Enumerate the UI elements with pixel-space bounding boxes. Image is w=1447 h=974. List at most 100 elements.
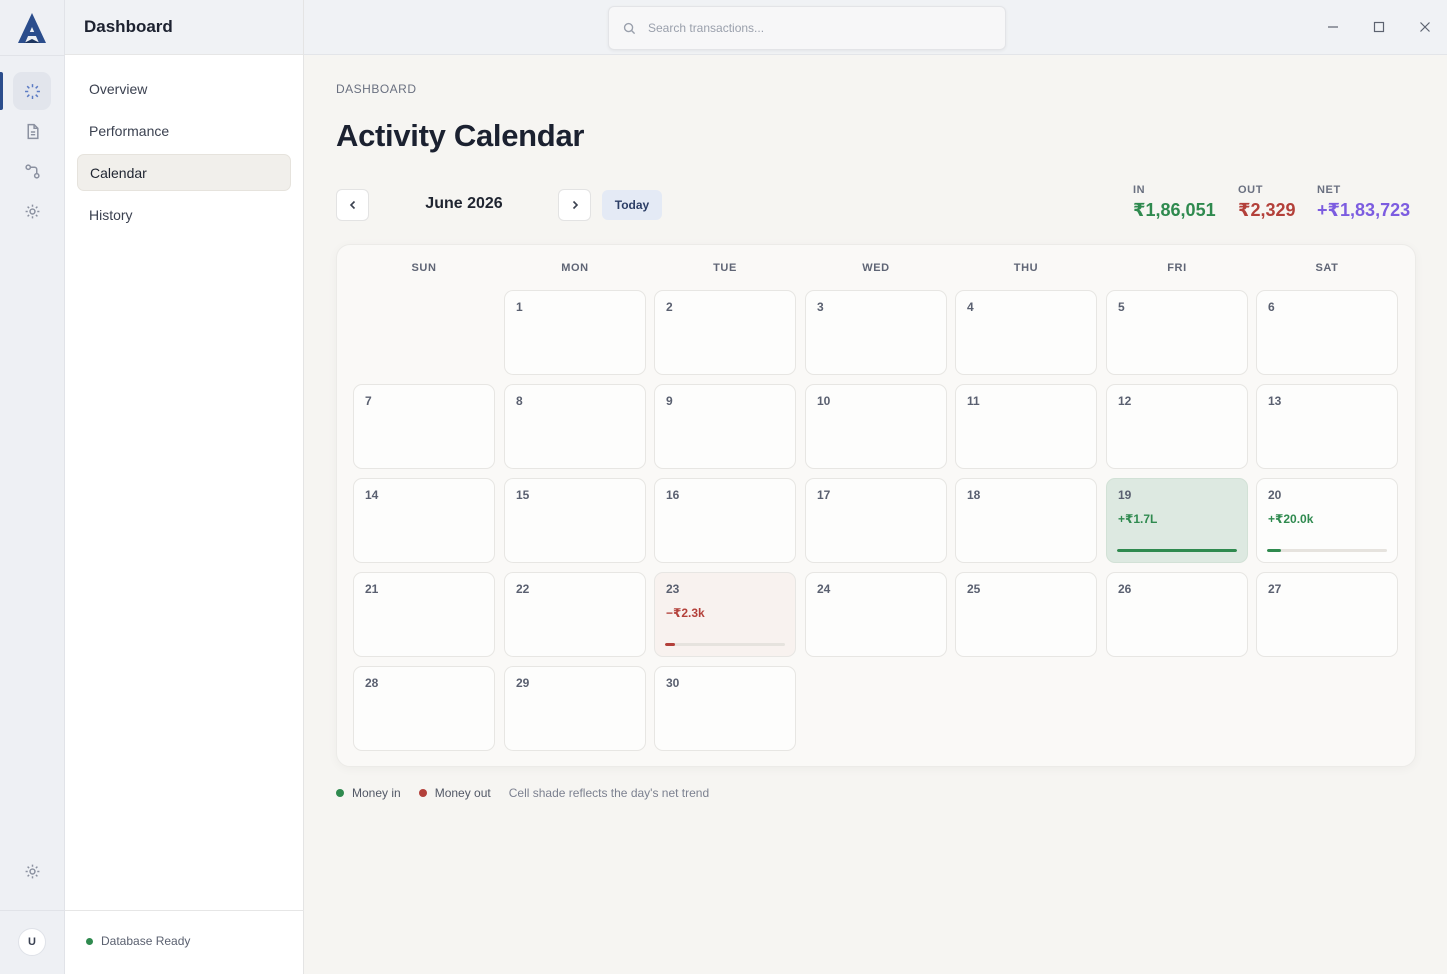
search-input[interactable]: Search transactions... — [608, 6, 1006, 50]
day-number: 27 — [1268, 582, 1282, 596]
weekday-header: WED — [862, 262, 890, 274]
sidebar-item-calendar[interactable]: Calendar — [77, 154, 291, 191]
day-cell[interactable]: 8 — [504, 384, 646, 469]
day-number: 2 — [666, 300, 673, 314]
prev-month-button[interactable] — [336, 189, 369, 221]
day-cell[interactable]: 5 — [1106, 290, 1248, 375]
day-cell[interactable]: 6 — [1256, 290, 1398, 375]
close-button[interactable] — [1416, 18, 1434, 36]
top-bar: Search transactions... — [304, 0, 1447, 55]
day-cell[interactable]: 14 — [353, 478, 495, 563]
day-amount: +₹20.0k — [1268, 512, 1314, 526]
status-dot — [86, 937, 93, 945]
day-cell[interactable]: 20 +₹20.0k — [1256, 478, 1398, 563]
sidebar: Dashboard Overview Performance Calendar … — [65, 0, 304, 974]
rail-dashboard-button[interactable] — [13, 72, 51, 110]
day-number: 1 — [516, 300, 523, 314]
day-trend-bar — [1117, 549, 1237, 552]
summary-net-label: NET — [1317, 184, 1341, 196]
maximize-button[interactable] — [1370, 18, 1388, 36]
weekday-header: THU — [1013, 262, 1039, 274]
avatar[interactable]: U — [18, 928, 46, 956]
day-cell[interactable]: 21 — [353, 572, 495, 657]
summary-in-value: ₹1,86,051 — [1133, 200, 1216, 220]
day-cell[interactable]: 4 — [955, 290, 1097, 375]
day-cell[interactable]: 19 +₹1.7L — [1106, 478, 1248, 563]
day-cell[interactable]: 22 — [504, 572, 646, 657]
legend-money-out-label: Money out — [434, 786, 491, 800]
day-cell[interactable]: 27 — [1256, 572, 1398, 657]
rail-bottom-divider — [0, 910, 65, 911]
rail-settings-button[interactable] — [13, 192, 51, 230]
settings-icon — [25, 204, 39, 218]
next-month-button[interactable] — [558, 189, 591, 221]
chevron-left-icon — [349, 200, 355, 210]
day-cell[interactable]: 17 — [805, 478, 947, 563]
settings-icon — [25, 864, 39, 878]
search-icon — [623, 22, 636, 34]
day-cell[interactable]: 13 — [1256, 384, 1398, 469]
summary-out: OUT ₹2,329 — [1238, 184, 1296, 221]
day-number: 7 — [365, 394, 372, 408]
day-number: 13 — [1268, 394, 1282, 408]
day-cell[interactable]: 1 — [504, 290, 646, 375]
day-cell[interactable]: 23 −₹2.3k — [654, 572, 796, 657]
close-icon — [1420, 22, 1430, 32]
day-cell[interactable]: 10 — [805, 384, 947, 469]
minimize-button[interactable] — [1324, 18, 1342, 36]
summary-out-label: OUT — [1238, 184, 1264, 196]
sidebar-item-performance[interactable]: Performance — [77, 112, 291, 149]
day-cell[interactable]: 7 — [353, 384, 495, 469]
loader-icon — [24, 83, 40, 99]
sidebar-item-overview[interactable]: Overview — [77, 70, 291, 107]
day-number: 3 — [817, 300, 824, 314]
day-number: 17 — [817, 488, 831, 502]
day-cell[interactable]: 30 — [654, 666, 796, 751]
app-logo[interactable] — [14, 10, 50, 46]
day-cell[interactable]: 16 — [654, 478, 796, 563]
status-text: Database Ready — [101, 934, 191, 948]
day-trend-fill — [1267, 549, 1282, 552]
minimize-icon — [1328, 26, 1338, 28]
day-cell[interactable]: 15 — [504, 478, 646, 563]
main-content: DASHBOARD Activity Calendar June 2026 To… — [304, 56, 1447, 974]
day-amount: −₹2.3k — [666, 606, 705, 620]
calendar-grid: SUN MON TUE WED THU FRI SAT 1 2 3 4 5 6 7 8 9 10 11 12 13 14… — [336, 244, 1416, 767]
day-cell[interactable]: 28 — [353, 666, 495, 751]
today-button[interactable]: Today — [602, 190, 662, 220]
day-number: 15 — [516, 488, 530, 502]
day-cell[interactable]: 24 — [805, 572, 947, 657]
day-cell[interactable]: 29 — [504, 666, 646, 751]
day-cell[interactable]: 9 — [654, 384, 796, 469]
summary-net-value: +₹1,83,723 — [1317, 200, 1411, 220]
month-label: June 2026 — [425, 195, 503, 212]
day-cell[interactable]: 12 — [1106, 384, 1248, 469]
day-number: 18 — [967, 488, 981, 502]
day-number: 8 — [516, 394, 523, 408]
rail-bottom-settings-button[interactable] — [13, 852, 51, 890]
active-indicator — [0, 72, 3, 110]
day-number: 26 — [1118, 582, 1132, 596]
rail-documents-button[interactable] — [13, 112, 51, 150]
day-cell[interactable]: 11 — [955, 384, 1097, 469]
summary-out-value: ₹2,329 — [1238, 200, 1296, 220]
day-cell[interactable]: 2 — [654, 290, 796, 375]
day-cell[interactable]: 18 — [955, 478, 1097, 563]
weekday-header: SUN — [411, 262, 437, 274]
day-number: 19 — [1118, 488, 1132, 502]
money-in-dot — [336, 789, 344, 797]
day-number: 20 — [1268, 488, 1282, 502]
chevron-right-icon — [572, 200, 578, 210]
legend-money-out: Money out — [418, 786, 491, 800]
legend-note: Cell shade reflects the day's net trend — [508, 786, 710, 800]
rail-flow-button[interactable] — [13, 152, 51, 190]
day-number: 5 — [1118, 300, 1125, 314]
weekday-header: MON — [561, 262, 589, 274]
sidebar-item-history[interactable]: History — [77, 196, 291, 233]
legend: Money in Money out Cell shade reflects t… — [336, 786, 709, 800]
day-cell[interactable]: 26 — [1106, 572, 1248, 657]
day-cell[interactable]: 3 — [805, 290, 947, 375]
day-trend-fill — [1117, 549, 1237, 552]
weekday-header: FRI — [1167, 262, 1187, 274]
day-cell[interactable]: 25 — [955, 572, 1097, 657]
